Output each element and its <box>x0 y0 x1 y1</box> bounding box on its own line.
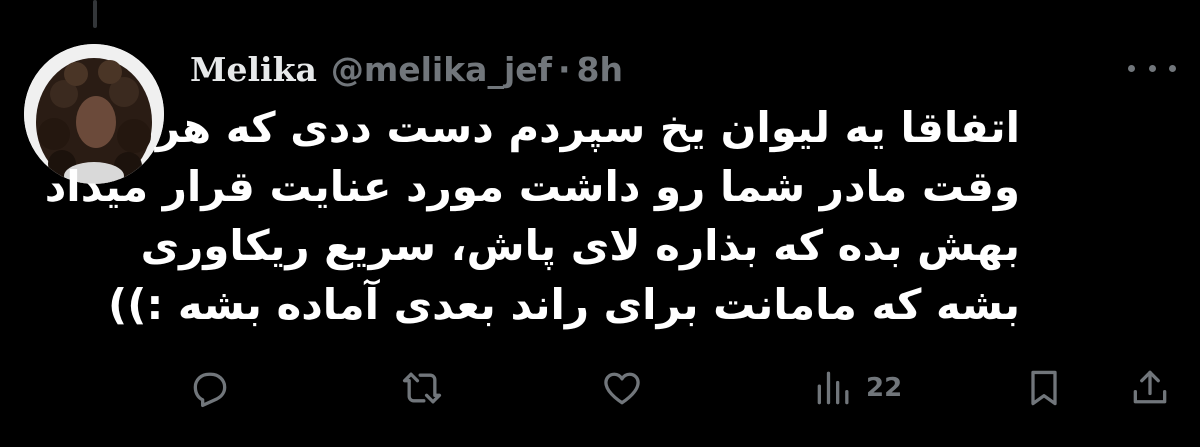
reply-button[interactable] <box>188 366 232 410</box>
bookmark-icon <box>1031 370 1057 406</box>
tweet-header: Melika @melika_jef · 8h <box>190 44 623 94</box>
more-dot <box>1169 64 1176 72</box>
retweet-icon <box>402 372 442 404</box>
tweet-text-line: وقت مادر شما رو داشت مورد عنایت قرار مید… <box>44 162 1020 211</box>
tweet-text-line: اتفاقا یه لیوان یخ سپردم دست ددی که هر <box>155 103 1020 152</box>
heart-icon <box>604 372 640 405</box>
retweet-button[interactable] <box>400 366 444 410</box>
bookmark-button[interactable] <box>1022 366 1066 410</box>
views-count: 22 <box>866 373 903 403</box>
tweet-text: اتفاقا یه لیوان یخ سپردم دست ددی که هر و… <box>44 98 1020 334</box>
like-button[interactable] <box>600 366 644 410</box>
views-button[interactable]: 22 <box>812 366 902 410</box>
timestamp[interactable]: 8h <box>577 50 623 89</box>
user-handle[interactable]: @melika_jef <box>331 50 552 89</box>
more-horizontal-icon <box>1128 64 1135 72</box>
more-options-button[interactable] <box>1128 52 1176 84</box>
tweet-text-line: بهش بده که بذاره لای پاش، سریع ریکاوری <box>140 221 1020 270</box>
thread-connector-line <box>93 0 97 28</box>
views-icon <box>817 371 849 405</box>
tweet-text-line: بشه که مامانت برای راند بعدی آماده بشه :… <box>108 280 1020 329</box>
separator-dot: · <box>558 49 571 89</box>
reply-icon <box>193 372 227 408</box>
share-button[interactable] <box>1128 366 1172 410</box>
share-icon <box>1133 370 1167 404</box>
display-name[interactable]: Melika <box>190 50 317 89</box>
more-dot <box>1148 64 1156 72</box>
